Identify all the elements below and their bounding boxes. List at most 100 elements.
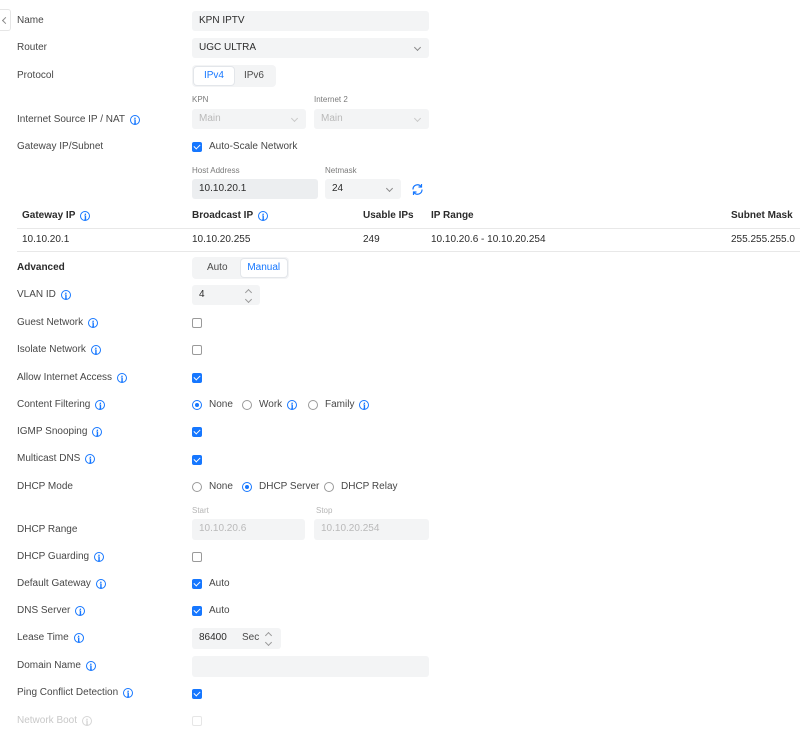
refresh-icon[interactable] — [411, 183, 424, 196]
lease-time-label: Lease Time i — [17, 631, 84, 645]
dns-server-label-text: DNS Server — [17, 605, 71, 616]
default-gateway-checkbox[interactable] — [192, 579, 202, 589]
multicast-dns-label-text: Multicast DNS — [17, 453, 81, 464]
dhcp-guarding-checkbox[interactable] — [192, 552, 202, 562]
info-circle-icon[interactable]: i — [60, 290, 71, 301]
info-circle-icon[interactable]: i — [359, 400, 370, 411]
ping-conflict-detection-label-text: Ping Conflict Detection — [17, 687, 119, 698]
guest-network-label-text: Guest Network — [17, 317, 84, 328]
info-circle-icon[interactable]: i — [80, 211, 91, 222]
domain-name-input[interactable] — [192, 656, 429, 677]
table-header-text: Gateway IP — [22, 210, 76, 221]
kpn-caption: KPN — [192, 95, 209, 104]
advanced-mode-toggle[interactable]: Auto Manual — [192, 257, 289, 279]
info-circle-icon[interactable]: i — [85, 661, 96, 672]
network-boot-label-text: Network Boot — [17, 715, 78, 726]
content-filtering-radio-none[interactable] — [192, 400, 202, 410]
table-divider-bottom — [17, 251, 800, 252]
domain-name-label: Domain Name i — [17, 659, 96, 673]
dhcp-range-start-caption: Start — [192, 506, 209, 515]
dhcp-mode-option-none: None — [209, 481, 233, 492]
back-button[interactable] — [0, 9, 11, 31]
ping-conflict-detection-checkbox[interactable] — [192, 689, 202, 699]
info-circle-icon[interactable]: i — [258, 211, 269, 222]
lease-time-label-text: Lease Time — [17, 632, 69, 643]
table-cell-broadcast-ip: 10.10.20.255 — [192, 234, 251, 245]
kpn-source-value: Main — [199, 113, 221, 124]
dns-server-auto-label: Auto — [209, 605, 230, 616]
content-filtering-radio-work[interactable] — [242, 400, 252, 410]
lease-time-input[interactable]: 86400 Sec — [192, 628, 281, 649]
allow-internet-access-checkbox[interactable] — [192, 373, 202, 383]
auto-scale-label: Auto-Scale Network — [209, 141, 298, 152]
dhcp-mode-radio-relay[interactable] — [324, 482, 334, 492]
dhcp-range-start-input: 10.10.20.6 — [192, 519, 305, 540]
dhcp-mode-radio-none[interactable] — [192, 482, 202, 492]
info-circle-icon[interactable]: i — [88, 318, 99, 329]
name-label: Name — [17, 15, 44, 26]
host-address-caption: Host Address — [192, 166, 240, 175]
name-input[interactable]: KPN IPTV — [192, 11, 429, 31]
info-circle-icon[interactable]: i — [95, 400, 106, 411]
multicast-dns-checkbox[interactable] — [192, 455, 202, 465]
kpn-source-select: Main — [192, 109, 306, 129]
internet2-caption: Internet 2 — [314, 95, 348, 104]
netmask-select[interactable]: 24 — [325, 179, 401, 199]
info-circle-icon[interactable]: i — [90, 345, 101, 356]
igmp-snooping-checkbox[interactable] — [192, 427, 202, 437]
allow-internet-access-label: Allow Internet Access i — [17, 371, 128, 385]
info-circle-icon[interactable]: i — [92, 427, 103, 438]
stepper-arrows-icon[interactable] — [245, 286, 253, 304]
isolate-network-checkbox[interactable] — [192, 345, 202, 355]
info-circle-icon[interactable]: i — [287, 400, 298, 411]
info-circle-icon[interactable]: i — [94, 552, 105, 563]
chevron-down-icon — [290, 114, 299, 123]
dhcp-mode-option-relay: DHCP Relay — [341, 481, 398, 492]
auto-scale-checkbox[interactable] — [192, 142, 202, 152]
router-select[interactable]: UGC ULTRA — [192, 38, 429, 58]
table-divider — [17, 228, 800, 229]
info-circle-icon[interactable]: i — [123, 688, 134, 699]
info-circle-icon[interactable]: i — [73, 633, 84, 644]
advanced-label: Advanced — [17, 262, 65, 273]
dhcp-guarding-label: DHCP Guarding i — [17, 550, 105, 564]
dhcp-mode-label: DHCP Mode — [17, 481, 73, 492]
content-filtering-option-family-text: Family — [325, 399, 355, 410]
chevron-down-icon — [413, 114, 422, 123]
internet2-source-value: Main — [321, 113, 343, 124]
content-filtering-option-work: Work i — [259, 399, 298, 411]
info-circle-icon[interactable]: i — [82, 716, 93, 727]
advanced-mode-auto[interactable]: Auto — [194, 259, 241, 277]
info-circle-icon[interactable]: i — [95, 579, 106, 590]
allow-internet-access-label-text: Allow Internet Access — [17, 372, 113, 383]
dhcp-range-stop-caption: Stop — [316, 506, 333, 515]
domain-name-label-text: Domain Name — [17, 660, 81, 671]
content-filtering-option-work-text: Work — [259, 399, 283, 410]
guest-network-label: Guest Network i — [17, 316, 99, 330]
advanced-mode-manual[interactable]: Manual — [240, 259, 287, 277]
default-gateway-label: Default Gateway i — [17, 577, 106, 591]
content-filtering-radio-family[interactable] — [308, 400, 318, 410]
internet2-source-select: Main — [314, 109, 429, 129]
protocol-toggle[interactable]: IPv4 IPv6 — [192, 65, 276, 87]
vlan-id-input[interactable]: 4 — [192, 285, 260, 305]
protocol-option-ipv6[interactable]: IPv6 — [234, 67, 274, 85]
info-circle-icon[interactable]: i — [75, 606, 86, 617]
network-boot-checkbox[interactable] — [192, 716, 202, 726]
info-circle-icon[interactable]: i — [85, 454, 96, 465]
protocol-option-ipv4[interactable]: IPv4 — [194, 67, 234, 85]
guest-network-checkbox[interactable] — [192, 318, 202, 328]
info-circle-icon[interactable]: i — [117, 373, 128, 384]
dns-server-checkbox[interactable] — [192, 606, 202, 616]
info-circle-icon[interactable]: i — [130, 115, 141, 126]
stepper-arrows-icon[interactable] — [265, 629, 273, 647]
dhcp-mode-radio-server[interactable] — [242, 482, 252, 492]
host-address-input[interactable]: 10.10.20.1 — [192, 179, 318, 199]
internet-source-label-text: Internet Source IP / NAT — [17, 114, 126, 125]
ping-conflict-detection-label: Ping Conflict Detection i — [17, 686, 134, 700]
table-cell-gateway-ip: 10.10.20.1 — [22, 234, 70, 245]
isolate-network-label: Isolate Network i — [17, 343, 101, 357]
igmp-snooping-label-text: IGMP Snooping — [17, 426, 88, 437]
lease-time-value: 86400 — [199, 632, 227, 643]
router-value: UGC ULTRA — [199, 42, 257, 53]
